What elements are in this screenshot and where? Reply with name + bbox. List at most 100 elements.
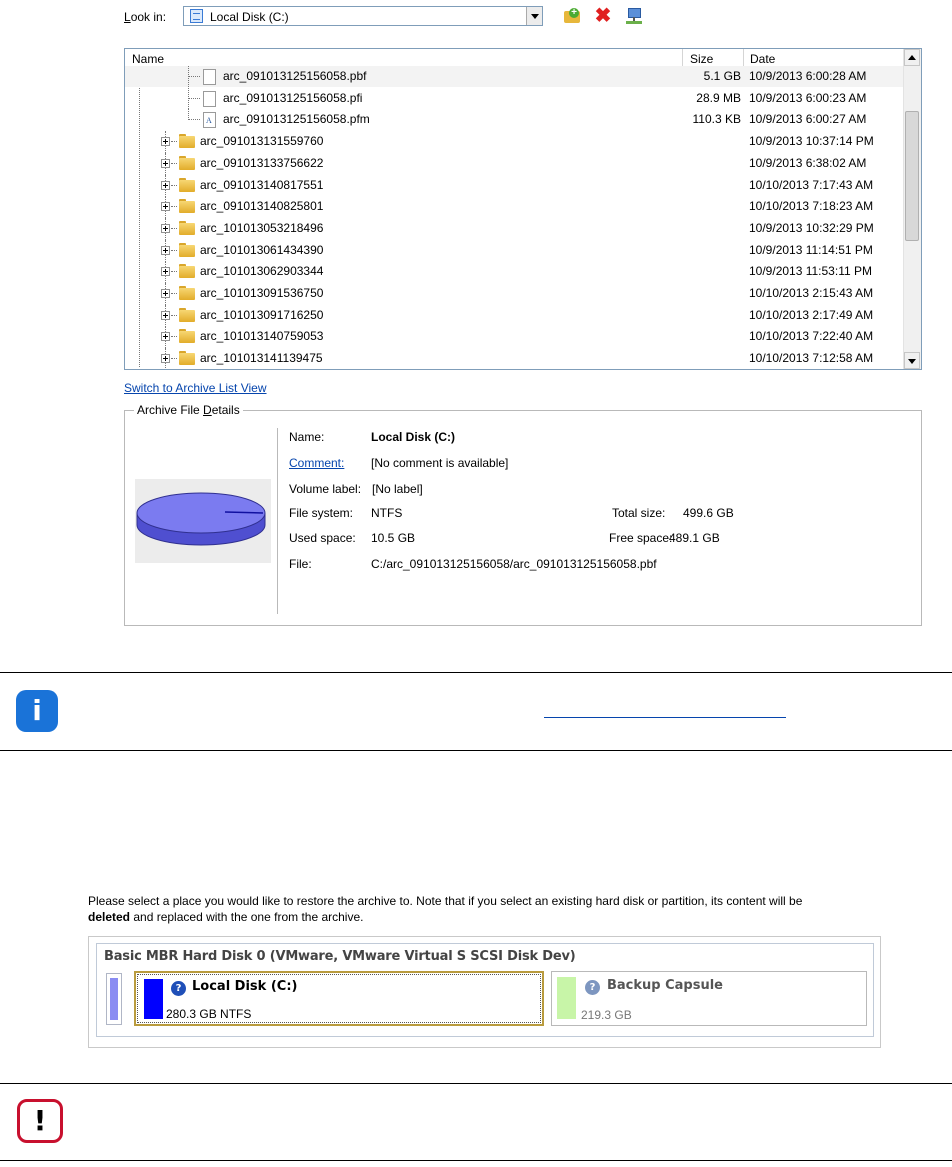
chevron-down-icon[interactable] bbox=[526, 7, 542, 25]
expand-icon[interactable] bbox=[161, 202, 170, 212]
folder-date: 10/9/2013 10:37:14 PM bbox=[749, 134, 874, 149]
expand-icon[interactable] bbox=[161, 267, 170, 277]
file-size: 110.3 KB bbox=[692, 112, 741, 127]
expand-icon[interactable] bbox=[161, 310, 170, 320]
unallocated-block[interactable] bbox=[106, 973, 122, 1025]
expand-icon[interactable] bbox=[161, 245, 170, 255]
look-in-value: Local Disk (C:) bbox=[210, 10, 289, 24]
folder-date: 10/10/2013 7:18:23 AM bbox=[749, 199, 874, 214]
expand-icon[interactable] bbox=[161, 332, 170, 342]
free-space-label: Free space: bbox=[609, 531, 673, 545]
folder-date: 10/9/2013 11:14:51 PM bbox=[749, 242, 873, 257]
folder-row[interactable]: arc_091013140817551 10/10/2013 7:17:43 AM bbox=[125, 174, 905, 197]
folder-date: 10/10/2013 2:15:43 AM bbox=[749, 286, 874, 300]
switch-to-list-view-link[interactable]: Switch to Archive List View bbox=[124, 381, 267, 395]
folder-name: arc_101013062903344 bbox=[200, 264, 324, 279]
file-date: 10/9/2013 6:00:28 AM bbox=[749, 69, 867, 83]
folder-name: arc_101013061434390 bbox=[200, 242, 324, 257]
partition-name: Local Disk (C:) bbox=[192, 979, 298, 994]
network-icon[interactable] bbox=[624, 6, 644, 26]
name-label: Name: bbox=[289, 430, 325, 444]
folder-icon bbox=[179, 307, 195, 322]
folder-icon bbox=[179, 199, 195, 214]
scroll-up-arrow-icon[interactable] bbox=[904, 49, 920, 66]
scroll-down-arrow-icon[interactable] bbox=[904, 352, 920, 369]
folder-row[interactable]: arc_091013133756622 10/9/2013 6:38:02 AM bbox=[125, 152, 905, 175]
file-row[interactable]: arc_091013125156058.pbf 5.1 GB 10/9/2013 6… bbox=[125, 66, 905, 87]
help-icon: ? bbox=[585, 980, 600, 995]
file-date: 10/9/2013 6:00:23 AM bbox=[749, 90, 867, 105]
folder-row[interactable]: arc_101013091536750 10/10/2013 2:15:43 AM bbox=[125, 283, 905, 305]
tree-scrollbar[interactable] bbox=[903, 49, 921, 369]
folder-name: arc_101013140759053 bbox=[200, 329, 324, 344]
used-space-value: 10.5 GB bbox=[371, 531, 416, 545]
folder-row[interactable]: arc_101013091716250 10/10/2013 2:17:49 AM bbox=[125, 304, 905, 327]
folder-row[interactable]: arc_101013053218496 10/9/2013 10:32:29 PM bbox=[125, 217, 905, 240]
column-size[interactable]: Size bbox=[690, 52, 713, 66]
folder-date: 10/10/2013 7:17:43 AM bbox=[749, 177, 874, 192]
folder-name: arc_101013053218496 bbox=[200, 220, 324, 235]
name-value: Local Disk (C:) bbox=[371, 430, 456, 444]
note-bottom-border bbox=[0, 750, 952, 751]
disk-title: Basic MBR Hard Disk 0 (VMware, VMware Vi… bbox=[104, 949, 576, 964]
folder-row[interactable]: arc_101013140759053 10/10/2013 7:22:40 AM bbox=[125, 326, 905, 349]
expand-icon[interactable] bbox=[161, 223, 170, 233]
file-row[interactable]: arc_091013125156058.pfm 110.3 KB 10/9/2013… bbox=[125, 109, 905, 130]
folder-row[interactable]: arc_091013140825801 10/10/2013 7:18:23 AM bbox=[125, 196, 905, 219]
folder-date: 10/9/2013 10:32:29 PM bbox=[749, 220, 874, 235]
file-size: 28.9 MB bbox=[696, 90, 741, 105]
folder-name: arc_101013091716250 bbox=[200, 307, 324, 322]
comment-link[interactable]: Comment: bbox=[289, 456, 344, 470]
folder-icon bbox=[179, 177, 195, 192]
expand-icon[interactable] bbox=[161, 158, 170, 168]
folder-row[interactable]: arc_101013141139475 10/10/2013 7:12:58 AM bbox=[125, 348, 905, 369]
folder-date: 10/9/2013 6:38:02 AM bbox=[749, 155, 867, 170]
partition-color-bar bbox=[144, 979, 163, 1019]
note-link-underline[interactable] bbox=[544, 717, 786, 718]
look-in-dropdown[interactable]: Local Disk (C:) bbox=[183, 6, 543, 26]
folder-icon bbox=[179, 134, 195, 149]
delete-icon[interactable]: ✖ bbox=[593, 6, 613, 26]
column-date[interactable]: Date bbox=[750, 52, 775, 66]
free-space-value: 489.1 GB bbox=[669, 531, 720, 545]
file-name: arc_091013125156058.pbf bbox=[223, 69, 367, 83]
folder-icon bbox=[179, 220, 195, 235]
warning-top-border bbox=[0, 1083, 952, 1084]
volume-label-value: [No label] bbox=[372, 482, 423, 496]
file-value: C:/arc_091013125156058/arc_0910131251560… bbox=[371, 557, 657, 571]
expand-icon[interactable] bbox=[161, 354, 170, 364]
note-top-border bbox=[0, 672, 952, 673]
look-in-label: Look in: bbox=[124, 10, 167, 24]
folder-name: arc_101013141139475 bbox=[200, 351, 323, 366]
help-icon: ? bbox=[171, 981, 186, 996]
archive-tree[interactable]: Name Size Date arc_091013125156058.pbf 5.… bbox=[124, 48, 922, 370]
partition-info: 219.3 GB bbox=[581, 1008, 632, 1022]
folder-row[interactable]: arc_101013061434390 10/9/2013 11:14:51 PM bbox=[125, 239, 905, 262]
partition-name: Backup Capsule bbox=[607, 978, 724, 993]
folder-icon bbox=[179, 286, 195, 300]
details-divider bbox=[277, 428, 278, 614]
file-row[interactable]: arc_091013125156058.pfi 28.9 MB 10/9/2013 … bbox=[125, 87, 905, 109]
new-folder-icon[interactable]: + bbox=[563, 6, 583, 26]
expand-icon[interactable] bbox=[161, 137, 170, 147]
folder-date: 10/10/2013 7:22:40 AM bbox=[749, 329, 874, 344]
expand-icon[interactable] bbox=[161, 180, 170, 190]
details-legend: Archive File Details bbox=[134, 403, 243, 417]
archive-file-icon bbox=[203, 112, 216, 129]
volume-label-label: Volume label: bbox=[289, 482, 362, 496]
folder-icon bbox=[179, 329, 195, 344]
file-icon bbox=[203, 69, 216, 85]
folder-row[interactable]: arc_101013062903344 10/9/2013 11:53:11 PM bbox=[125, 261, 905, 284]
file-name: arc_091013125156058.pfm bbox=[223, 112, 370, 127]
folder-icon bbox=[179, 264, 195, 279]
folder-row[interactable]: arc_091013131559760 10/9/2013 10:37:14 PM bbox=[125, 131, 905, 154]
expand-icon[interactable] bbox=[161, 289, 170, 298]
partition-local-disk[interactable]: ? Local Disk (C:) 280.3 GB NTFS bbox=[134, 971, 544, 1026]
comment-value: [No comment is available] bbox=[371, 456, 509, 470]
partition-backup-capsule[interactable]: ? Backup Capsule 219.3 GB bbox=[551, 971, 867, 1026]
disk-icon bbox=[136, 492, 266, 546]
scroll-thumb[interactable] bbox=[905, 111, 919, 241]
column-name[interactable]: Name bbox=[132, 52, 164, 66]
folder-date: 10/10/2013 2:17:49 AM bbox=[749, 307, 874, 322]
info-icon: i bbox=[16, 690, 58, 732]
